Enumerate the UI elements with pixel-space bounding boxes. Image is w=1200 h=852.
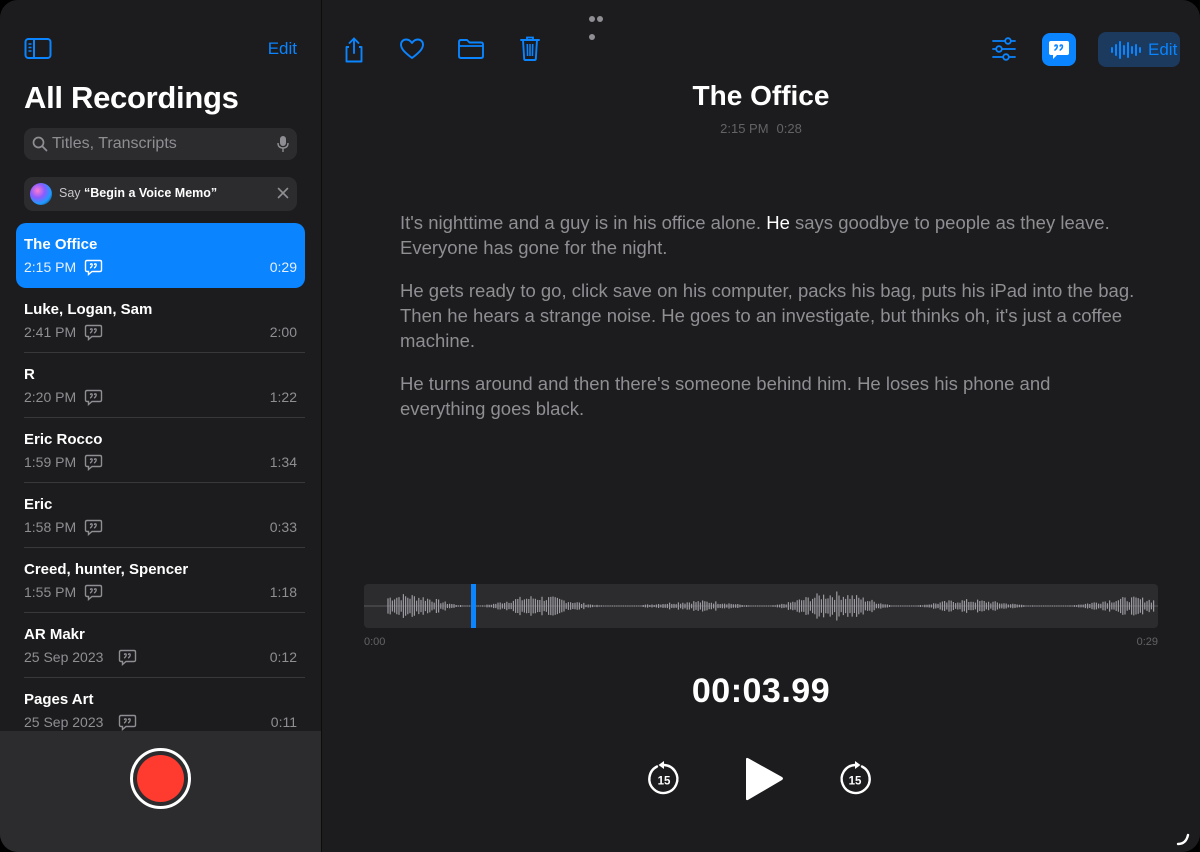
- recording-duration: 0:28: [776, 121, 802, 136]
- folder-icon[interactable]: [457, 38, 485, 64]
- transcript-icon: [84, 324, 103, 342]
- recording-date: 25 Sep 2023: [24, 714, 104, 730]
- recording-duration: 2:00: [269, 324, 297, 340]
- recording-list-item[interactable]: R 2:20 PM 1:22: [16, 353, 305, 418]
- transcript-icon: [84, 584, 103, 602]
- waveform-end-time: 0:29: [1136, 636, 1158, 648]
- sidebar: Edit All Recordings Say “Begin a Voice M…: [0, 0, 321, 852]
- heart-icon[interactable]: [399, 37, 425, 63]
- recording-duration: 1:18: [269, 584, 297, 600]
- transcript-paragraph: He turns around and then there's someone…: [400, 373, 1051, 419]
- transcript-icon: [118, 649, 137, 667]
- svg-text:15: 15: [849, 776, 862, 788]
- transcript-toggle-button[interactable]: [1042, 33, 1076, 66]
- recording-name: Eric: [24, 496, 53, 513]
- playhead-handle[interactable]: [470, 584, 476, 628]
- transcript-icon: [84, 259, 103, 277]
- recording-duration: 0:11: [270, 714, 297, 730]
- recording-date: 2:41 PM: [24, 324, 77, 340]
- sliders-icon[interactable]: [991, 37, 1017, 63]
- recording-duration: 0:29: [269, 259, 297, 275]
- current-word-highlight: He: [766, 212, 790, 233]
- recording-list-item[interactable]: AR Makr 25 Sep 2023 0:12: [16, 613, 305, 678]
- detail-pane: Edit The Office 2:15 PM 0:28 It's nightti…: [322, 0, 1200, 852]
- transcript-text: It's nighttime and a guy is in his offic…: [400, 210, 1140, 439]
- waveform-icon: [1111, 41, 1141, 59]
- microphone-icon[interactable]: [277, 135, 289, 153]
- share-icon[interactable]: [341, 36, 367, 63]
- recording-date: 1:58 PM: [24, 519, 77, 535]
- skip-forward-15-icon: 15: [840, 761, 871, 795]
- siri-tip-banner[interactable]: Say “Begin a Voice Memo”: [24, 177, 297, 211]
- play-icon: [746, 757, 783, 801]
- record-bar: [0, 731, 321, 852]
- recording-duration: 0:12: [269, 649, 297, 665]
- recording-date: 25 Sep 2023: [24, 649, 104, 665]
- transcript-icon: [84, 454, 103, 472]
- recording-list-item[interactable]: The Office 2:15 PM 0:29: [16, 223, 305, 288]
- recording-duration: 1:34: [269, 454, 297, 470]
- svg-text:15: 15: [658, 776, 671, 788]
- play-button[interactable]: [742, 756, 786, 807]
- skip-forward-button[interactable]: 15: [838, 760, 872, 801]
- recordings-list: The Office 2:15 PM 0:29 Luke, Logan, Sam 2:4…: [16, 223, 305, 743]
- sidebar-edit-button[interactable]: Edit: [268, 39, 297, 59]
- transcript-icon: [118, 714, 137, 732]
- transcript-paragraph: He gets ready to go, click save on his c…: [400, 280, 1135, 351]
- recording-name: Luke, Logan, Sam: [24, 301, 153, 318]
- recording-title[interactable]: The Office: [322, 80, 1200, 112]
- sidebar-toggle-icon[interactable]: [24, 36, 54, 62]
- waveform-graphic: [364, 591, 1158, 621]
- siri-icon: [30, 183, 52, 205]
- recording-duration: 1:22: [269, 389, 297, 405]
- search-icon: [32, 136, 48, 152]
- page-title: All Recordings: [24, 80, 239, 115]
- search-field[interactable]: [24, 128, 297, 160]
- search-input[interactable]: [52, 128, 272, 160]
- recording-date: 1:59 PM: [24, 454, 77, 470]
- trash-icon[interactable]: [519, 35, 545, 61]
- recording-date: 1:55 PM: [24, 584, 77, 600]
- multitasking-handle-icon[interactable]: [589, 9, 611, 40]
- elapsed-time: 00:03.99: [691, 672, 831, 710]
- recording-date: 2:15 PM: [24, 259, 77, 275]
- record-button[interactable]: [130, 748, 191, 809]
- recording-list-item[interactable]: Luke, Logan, Sam 2:41 PM 2:00: [16, 288, 305, 353]
- voice-memos-window: Edit All Recordings Say “Begin a Voice M…: [0, 0, 1200, 852]
- transcript-icon: [1049, 41, 1069, 59]
- recording-name: Eric Rocco: [24, 431, 103, 448]
- transcript-paragraph: It's nighttime and a guy is in his offic…: [400, 212, 1110, 258]
- skip-back-15-icon: 15: [648, 761, 679, 795]
- recording-list-item[interactable]: Eric 1:58 PM 0:33: [16, 483, 305, 548]
- recording-list-item[interactable]: Creed, hunter, Spencer 1:55 PM 1:18: [16, 548, 305, 613]
- recording-name: AR Makr: [24, 626, 85, 643]
- recording-meta: 2:15 PM 0:28: [322, 121, 1200, 136]
- skip-back-button[interactable]: 15: [647, 760, 681, 801]
- transcript-icon: [84, 389, 103, 407]
- recording-name: Creed, hunter, Spencer: [24, 561, 189, 578]
- resize-handle-icon[interactable]: [1176, 832, 1190, 846]
- recording-date: 2:20 PM: [24, 389, 77, 405]
- siri-tip-text: Say “Begin a Voice Memo”: [59, 186, 218, 200]
- recording-list-item[interactable]: Eric Rocco 1:59 PM 1:34: [16, 418, 305, 483]
- close-icon[interactable]: [277, 187, 289, 199]
- waveform-scrubber[interactable]: [364, 584, 1158, 628]
- transcript-icon: [84, 519, 103, 537]
- waveform-start-time: 0:00: [364, 636, 386, 648]
- recording-name: The Office: [24, 236, 98, 253]
- recording-name: R: [24, 366, 35, 383]
- edit-recording-button[interactable]: Edit: [1098, 32, 1180, 67]
- edit-button-label: Edit: [1148, 40, 1178, 59]
- recording-time: 2:15 PM: [720, 121, 769, 136]
- recording-duration: 0:33: [269, 519, 297, 535]
- recording-name: Pages Art: [24, 691, 94, 708]
